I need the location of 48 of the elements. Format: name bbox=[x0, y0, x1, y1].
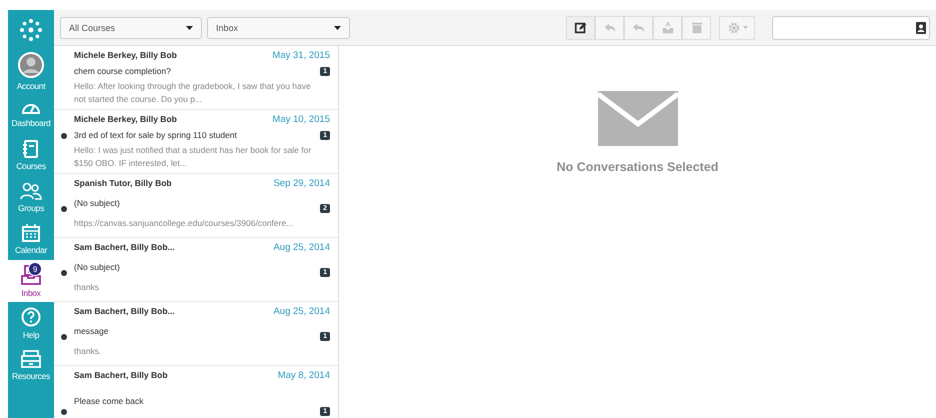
calendar-icon bbox=[22, 224, 40, 242]
envelope-icon bbox=[598, 91, 678, 146]
avatar-icon bbox=[18, 52, 44, 78]
drawer-icon bbox=[21, 350, 41, 368]
inbox-tray-icon bbox=[21, 264, 41, 284]
empty-state-message: No Conversations Selected bbox=[556, 160, 718, 174]
message-preview: thanks bbox=[74, 280, 100, 294]
message-subject: 3rd ed of text for sale by spring 110 student bbox=[74, 129, 238, 140]
search-field[interactable] bbox=[772, 16, 930, 40]
filter-dropdown[interactable]: Inbox bbox=[207, 16, 350, 38]
people-icon bbox=[20, 182, 42, 200]
unread-count-badge: 9 bbox=[28, 262, 42, 276]
message-date: Aug 25, 2014 bbox=[273, 306, 330, 317]
message-preview: thanks. bbox=[74, 344, 102, 358]
message-subject: (No subject) bbox=[74, 261, 121, 274]
participants: Spanish Tutor, Billy Bob bbox=[74, 178, 172, 188]
message-preview: Hello: I was just notified that a student has her book for sale for $150 OBO. IF interested, let... bbox=[74, 144, 312, 170]
message-subject: chem course completion? bbox=[74, 65, 172, 76]
caret-icon bbox=[742, 26, 748, 29]
notebook-icon bbox=[23, 140, 39, 158]
trash-icon bbox=[690, 20, 704, 34]
reply-all-icon bbox=[632, 20, 646, 34]
participants: Michele Berkey, Billy Bob bbox=[74, 50, 177, 60]
compose-icon bbox=[574, 20, 588, 34]
participants: Sam Bachert, Billy Bob... bbox=[74, 242, 175, 252]
message-subject: (No subject) bbox=[74, 197, 121, 210]
message-preview: https://canvas.sanjuancollege.edu/courses/3906/confere... bbox=[74, 216, 294, 230]
message-date: May 8, 2014 bbox=[278, 370, 330, 381]
participants: Michele Berkey, Billy Bob bbox=[74, 114, 177, 124]
nav-item[interactable]: Inbox 9 bbox=[8, 260, 54, 302]
archive-box-icon bbox=[660, 20, 674, 34]
caret-icon bbox=[186, 26, 193, 30]
message-preview: Hello: After looking through the gradebook, I saw that you have not started the course. Do you p... bbox=[74, 80, 312, 106]
message-date: May 31, 2015 bbox=[272, 50, 330, 61]
compose-button[interactable] bbox=[566, 16, 595, 40]
participants: Sam Bachert, Billy Bob... bbox=[74, 306, 175, 316]
filter-dropdown[interactable]: All Courses bbox=[60, 16, 202, 38]
message-date: Sep 29, 2014 bbox=[273, 178, 330, 189]
message-subject: message bbox=[74, 325, 110, 338]
message-subject: Please come back bbox=[74, 395, 144, 408]
logo-icon[interactable] bbox=[19, 18, 43, 42]
message-date: May 10, 2015 bbox=[272, 114, 330, 125]
message-date: Aug 25, 2014 bbox=[273, 242, 330, 253]
address-book-icon[interactable] bbox=[916, 22, 926, 34]
help-icon bbox=[21, 306, 41, 326]
gear-icon bbox=[726, 20, 740, 34]
caret-icon bbox=[334, 26, 341, 30]
participants: Sam Bachert, Billy Bob bbox=[74, 370, 168, 380]
